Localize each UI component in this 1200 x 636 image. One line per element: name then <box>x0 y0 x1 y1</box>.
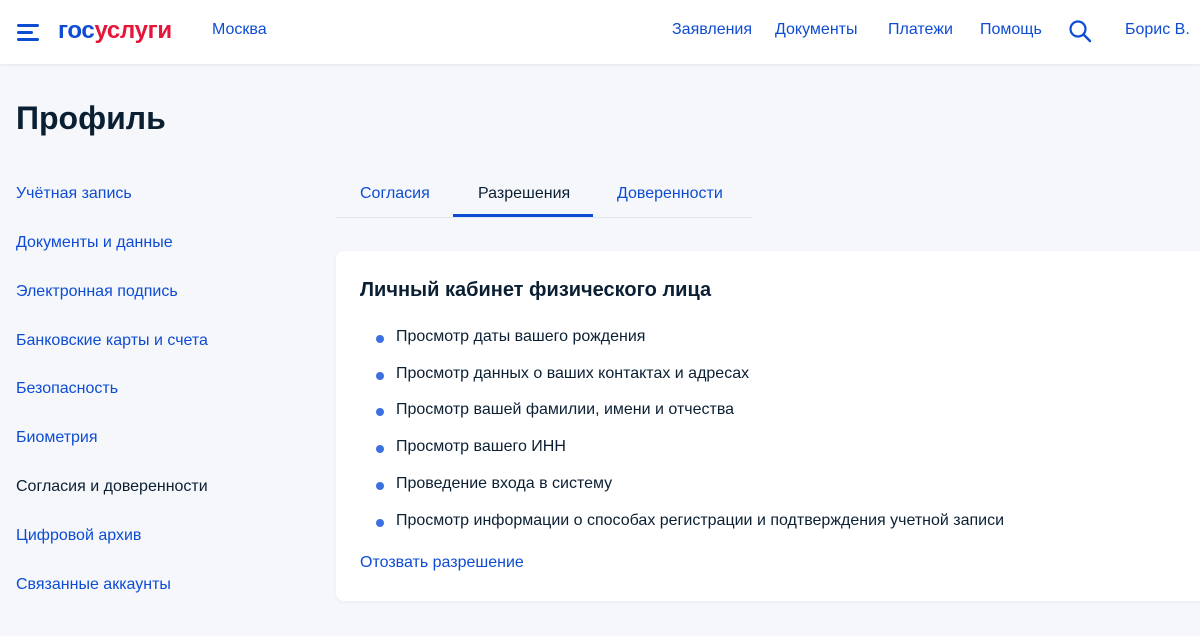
bullet-icon <box>376 445 384 453</box>
tabs-bar: Согласия Разрешения Доверенности <box>336 168 752 218</box>
top-header: госуслуги Москва Заявления Документы Пла… <box>0 0 1200 64</box>
nav-applications[interactable]: Заявления <box>672 21 752 39</box>
bullet-icon <box>376 372 384 380</box>
nav-help[interactable]: Помощь <box>980 21 1042 39</box>
city-selector[interactable]: Москва <box>212 21 267 39</box>
sidebar-item-digital-archive[interactable]: Цифровой архив <box>16 527 141 545</box>
sidebar-item-security[interactable]: Безопасность <box>16 380 118 398</box>
search-icon[interactable] <box>1068 19 1092 43</box>
nav-documents[interactable]: Документы <box>775 21 857 39</box>
permission-card: Личный кабинет физического лица Просмотр… <box>336 251 1200 601</box>
nav-payments[interactable]: Платежи <box>888 21 953 39</box>
sidebar-item-bank-cards[interactable]: Банковские карты и счета <box>16 332 208 350</box>
tab-permissions[interactable]: Разрешения <box>478 185 570 203</box>
revoke-permission-link[interactable]: Отозвать разрешение <box>360 554 524 572</box>
gosuslugi-logo[interactable]: госуслуги <box>58 17 172 45</box>
permission-text: Просмотр вашего ИНН <box>396 438 566 455</box>
tab-powers-of-attorney[interactable]: Доверенности <box>617 185 723 203</box>
sidebar-item-documents[interactable]: Документы и данные <box>16 234 173 252</box>
active-tab-indicator <box>453 214 593 217</box>
bullet-icon <box>376 482 384 490</box>
logo-text-uslugi: услуги <box>94 17 172 44</box>
page-title: Профиль <box>16 100 166 136</box>
permission-text: Просмотр даты вашего рождения <box>396 328 646 345</box>
permission-text: Просмотр информации о способах регистрац… <box>396 512 1005 529</box>
sidebar-item-biometrics[interactable]: Биометрия <box>16 429 98 447</box>
bullet-icon <box>376 335 384 343</box>
logo-text-gos: гос <box>58 17 95 44</box>
bullet-icon <box>376 408 384 416</box>
sidebar-item-account[interactable]: Учётная запись <box>16 185 132 203</box>
permission-text: Проведение входа в систему <box>396 475 613 492</box>
sidebar-item-e-signature[interactable]: Электронная подпись <box>16 283 178 301</box>
permission-text: Просмотр вашей фамилии, имени и отчества <box>396 401 735 418</box>
user-menu[interactable]: Борис В. <box>1125 21 1190 39</box>
burger-menu-icon[interactable] <box>17 24 39 41</box>
sidebar-item-linked-accounts[interactable]: Связанные аккаунты <box>16 576 171 594</box>
sidebar-item-consents[interactable]: Согласия и доверенности <box>16 478 208 496</box>
card-title: Личный кабинет физического лица <box>360 279 712 301</box>
permission-text: Просмотр данных о ваших контактах и адре… <box>396 365 750 382</box>
tab-consents[interactable]: Согласия <box>360 185 430 203</box>
bullet-icon <box>376 519 384 527</box>
